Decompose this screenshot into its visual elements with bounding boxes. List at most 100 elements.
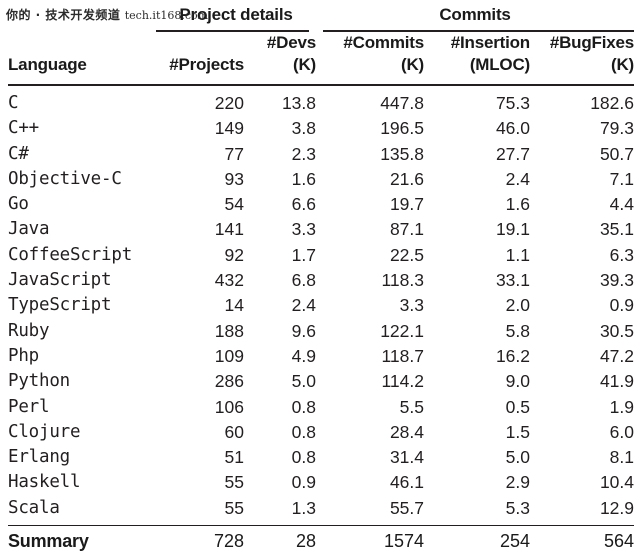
table-row: Perl 106 0.8 5.5 0.5 1.9 <box>8 395 634 420</box>
table-cell-projects: 109 <box>214 345 244 366</box>
table-cell-insertion: 0.5 <box>505 396 530 417</box>
table-cell-projects: 77 <box>224 143 244 164</box>
table-row: Php 109 4.9 118.7 16.2 47.2 <box>8 344 634 369</box>
table-cell-language: C++ <box>8 118 40 139</box>
table-cell-devs: 1.3 <box>291 497 316 518</box>
column-header-devs-line1: #Devs <box>266 33 316 52</box>
column-header-devs-line2: (K) <box>293 55 316 74</box>
table-cell-devs: 5.0 <box>291 371 316 392</box>
table-cell-projects: 51 <box>224 447 244 468</box>
table-cell-bugfixes: 41.9 <box>599 371 634 392</box>
table-cell-language: Ruby <box>8 320 50 341</box>
table-cell-projects: 106 <box>214 396 244 417</box>
table-cell-commits: 3.3 <box>399 295 424 316</box>
table-cell-devs: 4.9 <box>291 345 316 366</box>
table-cell-projects: 141 <box>214 219 244 240</box>
table-cell-commits: 19.7 <box>389 194 424 215</box>
table-cell-bugfixes: 6.3 <box>609 244 634 265</box>
table-cell-insertion: 5.0 <box>505 447 530 468</box>
table-cell-insertion: 2.4 <box>505 168 530 189</box>
table-row: C# 77 2.3 135.8 27.7 50.7 <box>8 142 634 167</box>
column-header-bugfixes-line2: (K) <box>611 55 634 74</box>
table-cell-language: Go <box>8 194 29 215</box>
table-row: Go 54 6.6 19.7 1.6 4.4 <box>8 192 634 217</box>
column-header-bugfixes: #BugFixes (K) <box>530 32 634 78</box>
table-cell-bugfixes: 182.6 <box>590 93 634 113</box>
table-cell-bugfixes: 1.9 <box>609 396 634 417</box>
table-cell-devs: 0.8 <box>291 421 316 442</box>
column-header-language-line1: Language <box>8 55 87 74</box>
table-row: Haskell 55 0.9 46.1 2.9 10.4 <box>8 470 634 495</box>
table-cell-commits: 5.5 <box>399 396 424 417</box>
table-cell-bugfixes: 6.0 <box>609 421 634 442</box>
table-cell-devs: 0.9 <box>291 472 316 493</box>
summary-row: Summary 728 28 1574 254 564 <box>8 526 634 557</box>
table-row: Erlang 51 0.8 31.4 5.0 8.1 <box>8 445 634 470</box>
table-cell-language: CoffeeScript <box>8 244 133 265</box>
table-cell-bugfixes: 35.1 <box>599 219 634 240</box>
table-cell-projects: 286 <box>214 371 244 392</box>
table-cell-bugfixes: 50.7 <box>599 143 634 164</box>
table-row: TypeScript 14 2.4 3.3 2.0 0.9 <box>8 293 634 318</box>
table-cell-insertion: 19.1 <box>495 219 530 240</box>
table-cell-projects: 220 <box>214 93 244 113</box>
table-cell-insertion: 75.3 <box>495 93 530 113</box>
table-cell-insertion: 1.1 <box>505 244 530 265</box>
table-cell-insertion: 27.7 <box>495 143 530 164</box>
column-header-commits-line1: #Commits <box>343 33 424 52</box>
table-row: C++ 149 3.8 196.5 46.0 79.3 <box>8 116 634 141</box>
table-cell-insertion: 33.1 <box>495 270 530 291</box>
table-cell-language: C# <box>8 143 29 164</box>
group-header-project-details: Project details <box>156 0 316 32</box>
table-row: Clojure 60 0.8 28.4 1.5 6.0 <box>8 420 634 445</box>
table-cell-language: JavaScript <box>8 270 112 291</box>
table-cell-bugfixes: 0.9 <box>609 295 634 316</box>
table-row: Objective-C 93 1.6 21.6 2.4 7.1 <box>8 167 634 192</box>
table-cell-bugfixes: 4.4 <box>609 194 634 215</box>
summary-insertion: 254 <box>499 531 530 552</box>
table-cell-commits: 28.4 <box>389 421 424 442</box>
table-cell-projects: 54 <box>224 194 244 215</box>
table-cell-commits: 135.8 <box>380 143 424 164</box>
summary-projects: 728 <box>213 531 244 552</box>
table-cell-commits: 122.1 <box>380 320 424 341</box>
table-row: C 220 13.8 447.8 75.3 182.6 <box>8 91 634 116</box>
table-cell-devs: 13.8 <box>281 93 316 113</box>
table-cell-bugfixes: 7.1 <box>609 168 634 189</box>
summary-label: Summary <box>8 531 89 552</box>
column-header-row: Language #Projects #Devs (K) #Commits (K… <box>8 32 634 78</box>
table-cell-commits: 31.4 <box>389 447 424 468</box>
table-cell-projects: 149 <box>214 118 244 139</box>
table-cell-insertion: 1.5 <box>505 421 530 442</box>
group-header-commits-label: Commits <box>439 5 511 24</box>
table-cell-insertion: 16.2 <box>495 345 530 366</box>
table-cell-insertion: 9.0 <box>505 371 530 392</box>
table-cell-devs: 6.6 <box>291 194 316 215</box>
table-header: Project details Commits Language #Projec… <box>8 0 634 91</box>
table-cell-commits: 55.7 <box>389 497 424 518</box>
summary-bugfixes: 564 <box>603 531 634 552</box>
table-cell-language: Clojure <box>8 421 81 442</box>
table-cell-commits: 21.6 <box>389 168 424 189</box>
table-cell-devs: 1.7 <box>291 244 316 265</box>
table-cell-devs: 3.8 <box>291 118 316 139</box>
group-header-commits: Commits <box>316 0 634 32</box>
table-footer: Summary 728 28 1574 254 564 <box>8 521 634 556</box>
table-cell-projects: 432 <box>214 270 244 291</box>
table-cell-language: C <box>8 93 19 113</box>
table-cell-bugfixes: 79.3 <box>599 118 634 139</box>
table-cell-language: Haskell <box>8 472 81 493</box>
table-cell-projects: 93 <box>224 168 244 189</box>
language-statistics-table: Project details Commits Language #Projec… <box>0 0 640 560</box>
table-cell-projects: 55 <box>224 472 244 493</box>
table-cell-commits: 118.3 <box>381 270 425 291</box>
table-cell-language: Php <box>8 345 40 366</box>
table-cell-commits: 447.8 <box>380 93 424 113</box>
table-cell-devs: 0.8 <box>291 447 316 468</box>
header-rule <box>8 78 634 86</box>
table-cell-bugfixes: 8.1 <box>609 447 634 468</box>
table-cell-projects: 60 <box>224 421 244 442</box>
group-header-spacer <box>8 0 156 32</box>
table-cell-language: Objective-C <box>8 168 122 189</box>
table-cell-language: Python <box>8 371 71 392</box>
